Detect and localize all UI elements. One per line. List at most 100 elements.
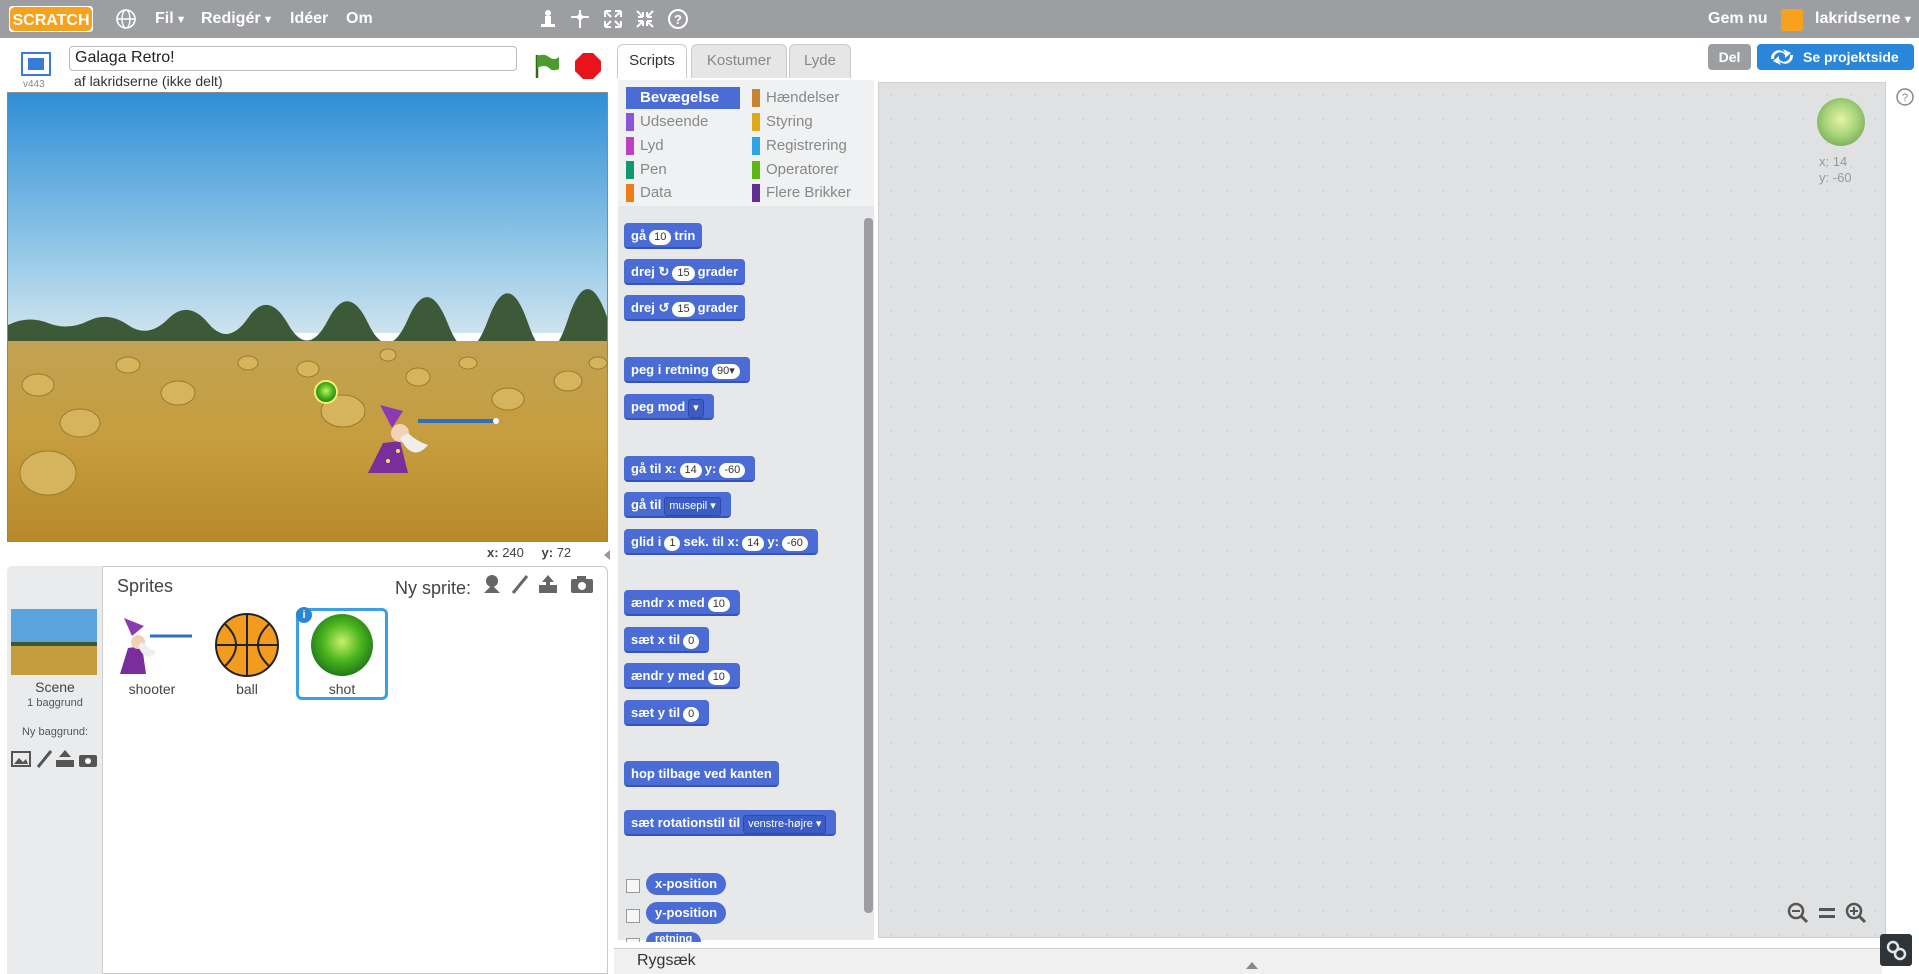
category-more-blocks[interactable]: Flere Brikker [752, 182, 872, 204]
mouse-coordinates: x: 240 y: 72 [487, 545, 572, 560]
save-now-button[interactable]: Gem nu [1708, 0, 1768, 38]
help-icon[interactable]: ? [667, 8, 689, 30]
block-move-steps[interactable]: gå 10 trin [624, 223, 703, 249]
svg-text:?: ? [1902, 92, 1908, 104]
block-go-to[interactable]: gå til musepil ▾ [624, 492, 731, 518]
sprite-card-shot[interactable]: shot [296, 608, 388, 700]
reporter-direction[interactable]: retning [646, 932, 702, 942]
block-point-towards[interactable]: peg mod ▾ [624, 394, 714, 420]
category-motion[interactable]: Bevægelse [626, 87, 740, 109]
rotate-right-icon: ↻ [658, 264, 670, 279]
zoom-out-icon[interactable] [1787, 902, 1809, 929]
share-button[interactable]: Del [1708, 44, 1751, 70]
y-position-checkbox[interactable] [626, 909, 640, 923]
scene-thumbnail[interactable] [11, 609, 97, 675]
block-bounce[interactable]: hop tilbage ved kanten [624, 761, 779, 787]
script-area[interactable] [878, 82, 1886, 938]
new-sprite-label: Ny sprite: [395, 578, 472, 598]
paint-backdrop-icon[interactable] [35, 749, 55, 774]
sprite-y-readout: y: -60 [1819, 170, 1852, 185]
rotate-left-icon: ↺ [658, 300, 670, 315]
block-point-in-direction[interactable]: peg i retning 90▾ [624, 357, 750, 383]
current-sprite-thumbnail [1816, 97, 1866, 147]
ideas-menu[interactable]: Idéer [290, 0, 328, 38]
file-menu[interactable]: Fil ▼ [155, 0, 187, 38]
tab-costumes[interactable]: Kostumer [691, 44, 787, 78]
svg-text:?: ? [674, 12, 682, 27]
zoom-reset-icon[interactable] [1816, 902, 1838, 929]
reporter-x-position[interactable]: x-position [646, 873, 727, 895]
new-backdrop-label: Ny baggrund: [21, 726, 89, 738]
category-operators[interactable]: Operatorer [752, 159, 872, 181]
block-glide[interactable]: glid i 1 sek. til x: 14 y: -60 [624, 529, 818, 555]
user-avatar[interactable] [1781, 9, 1803, 31]
category-pen[interactable]: Pen [626, 159, 746, 181]
sprites-title: Sprites [117, 576, 174, 596]
duplicate-icon[interactable] [537, 8, 559, 30]
tab-scripts[interactable]: Scripts [617, 44, 687, 78]
stage[interactable] [7, 92, 608, 542]
block-set-x[interactable]: sæt x til 0 [624, 627, 710, 653]
edit-menu[interactable]: Redigér ▼ [201, 0, 273, 38]
block-rotation-style[interactable]: sæt rotationstil til venstre-højre ▾ [624, 810, 837, 836]
logo-text: SCRATCH [12, 12, 89, 29]
category-sound[interactable]: Lyd [626, 135, 746, 157]
fullscreen-icon[interactable] [20, 51, 52, 82]
top-menu-bar: SCRATCH Fil ▼ Redigér ▼ Idéer Om ? Gem nu … [0, 0, 1919, 38]
zoom-in-icon[interactable] [1845, 902, 1867, 929]
version-label: v443 [23, 79, 45, 90]
stop-icon[interactable] [574, 52, 602, 85]
info-icon[interactable]: i [296, 607, 312, 623]
backpack-bar[interactable]: Rygsæk [614, 948, 1882, 974]
sync-icon [1767, 47, 1797, 75]
camera-sprite-icon[interactable] [570, 573, 594, 600]
backpack-label: Rygsæk [637, 952, 696, 969]
sprite-name: shooter [128, 681, 176, 697]
sprite-card-shooter[interactable]: shooter [106, 608, 198, 700]
sprite-name: ball [236, 681, 258, 697]
stage-header: v443 Galaga Retro! af lakridserne (ikke … [0, 38, 612, 92]
see-project-page-button[interactable]: Se projektside [1757, 44, 1914, 70]
block-change-y[interactable]: ændr y med 10 [624, 663, 740, 689]
green-flag-icon[interactable] [532, 52, 560, 85]
sprite-name: shot [328, 681, 356, 697]
category-sensing[interactable]: Registrering [752, 135, 872, 157]
category-events[interactable]: Hændelser [752, 87, 872, 109]
direction-checkbox[interactable] [626, 938, 640, 942]
category-data[interactable]: Data [626, 182, 746, 204]
scene-label: Scene [35, 679, 75, 695]
point-towards-dropdown[interactable]: ▾ [688, 399, 704, 418]
block-go-to-xy[interactable]: gå til x: 14 y: -60 [624, 456, 756, 482]
grow-icon[interactable] [602, 8, 624, 30]
user-menu[interactable]: lakridserne ▼ [1815, 0, 1913, 38]
help-icon[interactable]: ? [1895, 87, 1915, 112]
sprite-library-icon[interactable] [481, 573, 503, 600]
extension-icon[interactable] [1880, 934, 1912, 966]
palette-scrollbar[interactable] [864, 218, 873, 913]
upload-sprite-icon[interactable] [537, 573, 559, 600]
scene-backdrop-count: 1 baggrund [27, 697, 83, 709]
about-menu[interactable]: Om [346, 0, 373, 38]
shrink-icon[interactable] [634, 8, 656, 30]
block-turn-right[interactable]: drej ↻ 15 grader [624, 259, 746, 285]
collapse-stage-icon[interactable] [602, 548, 612, 560]
scratch-logo[interactable]: SCRATCH [8, 5, 94, 33]
block-turn-left[interactable]: drej ↺ 15 grader [624, 295, 746, 321]
camera-backdrop-icon[interactable] [78, 749, 98, 774]
project-title-input[interactable]: Galaga Retro! [69, 46, 517, 71]
category-looks[interactable]: Udseende [626, 111, 746, 133]
sprite-x-readout: x: 14 [1819, 154, 1848, 169]
expand-up-icon[interactable] [1245, 957, 1259, 974]
cut-icon[interactable] [569, 8, 591, 30]
upload-backdrop-icon[interactable] [55, 749, 75, 774]
sprite-card-ball[interactable]: ball [201, 608, 293, 700]
category-control[interactable]: Styring [752, 111, 872, 133]
block-set-y[interactable]: sæt y til 0 [624, 700, 710, 726]
tab-sounds[interactable]: Lyde [789, 44, 851, 78]
reporter-y-position[interactable]: y-position [646, 902, 727, 924]
x-position-checkbox[interactable] [626, 879, 640, 893]
paint-sprite-icon[interactable] [509, 573, 531, 600]
block-change-x[interactable]: ændr x med 10 [624, 590, 740, 616]
backdrop-library-icon[interactable] [11, 749, 31, 774]
globe-icon[interactable] [115, 8, 137, 30]
